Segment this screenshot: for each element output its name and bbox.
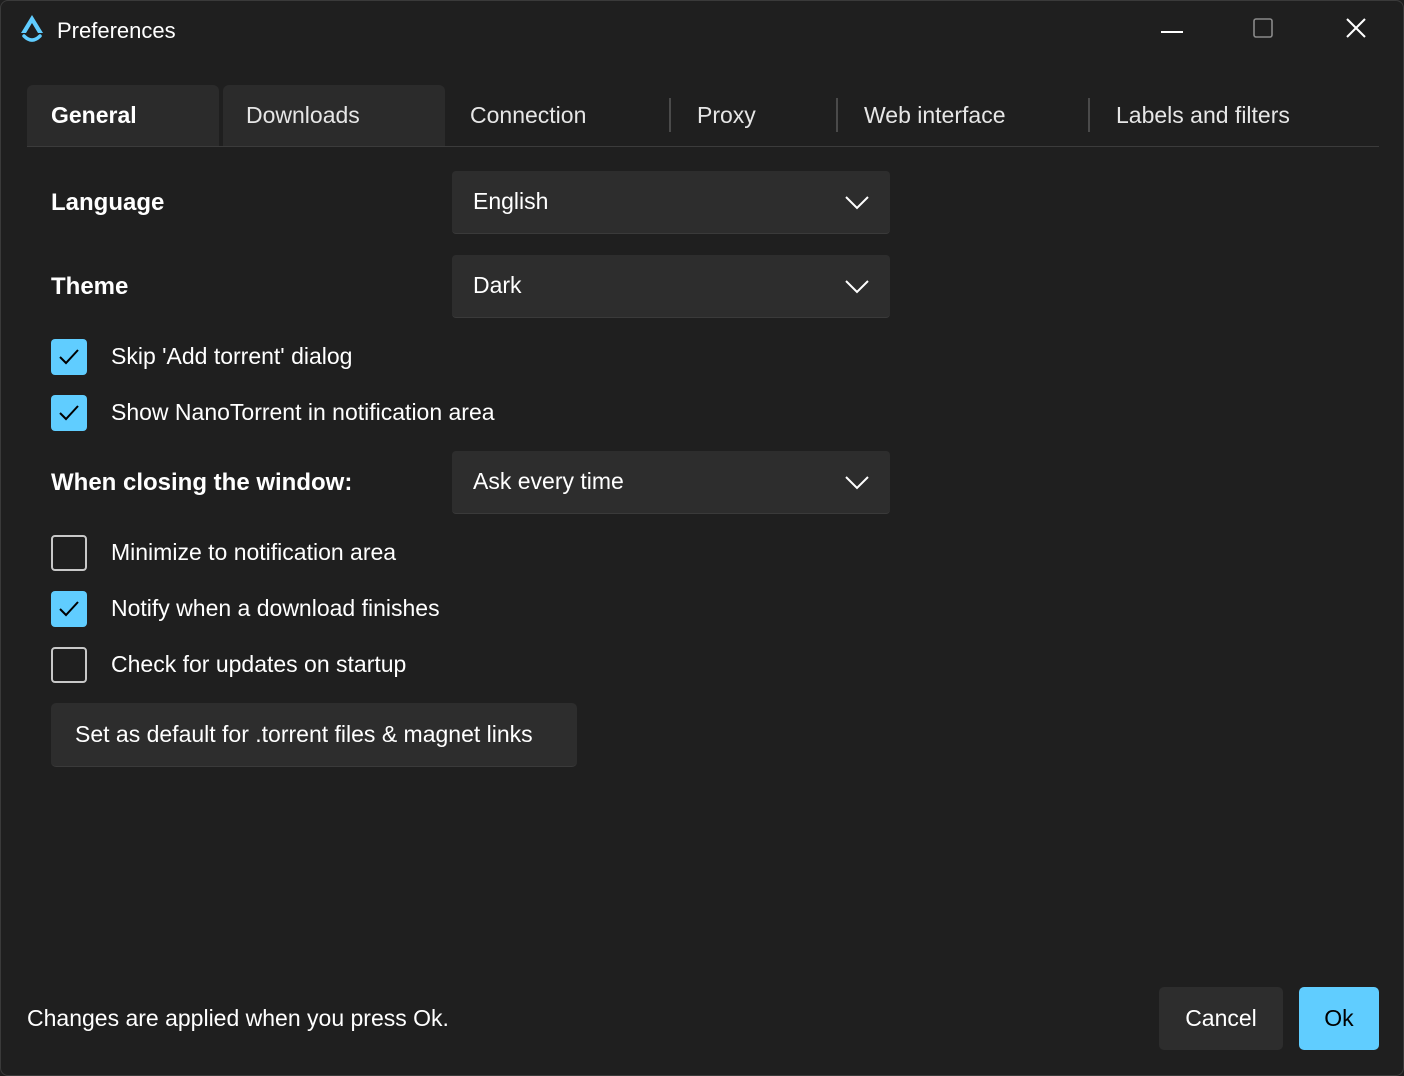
close-icon [1345, 17, 1367, 44]
tab-proxy[interactable]: Proxy [697, 85, 756, 146]
checkmark-icon [59, 349, 79, 365]
tab-bar: General Downloads Connection Proxy Web i… [27, 85, 1379, 147]
minimize-to-tray-checkbox[interactable] [51, 535, 87, 571]
tab-separator [669, 98, 671, 132]
minimize-icon [1161, 21, 1183, 39]
tab-labels-and-filters[interactable]: Labels and filters [1116, 85, 1290, 146]
minimize-button[interactable] [1149, 9, 1195, 51]
skip-add-torrent-label: Skip 'Add torrent' dialog [111, 343, 353, 369]
show-in-tray-checkbox[interactable] [51, 395, 87, 431]
preferences-window: Preferences General Downloads Connection [0, 0, 1404, 1076]
language-label: Language [51, 189, 165, 216]
closing-window-value: Ask every time [473, 468, 624, 494]
checkmark-icon [59, 405, 79, 421]
changes-note: Changes are applied when you press Ok. [27, 1005, 449, 1031]
notify-download-checkbox[interactable] [51, 591, 87, 627]
language-dropdown[interactable]: English [452, 171, 890, 234]
close-button[interactable] [1333, 9, 1379, 51]
chevron-down-icon [844, 277, 870, 295]
checkmark-icon [59, 601, 79, 617]
check-updates-label: Check for updates on startup [111, 651, 407, 677]
window-title: Preferences [57, 18, 176, 43]
set-default-handler-label: Set as default for .torrent files & magn… [75, 721, 533, 747]
tab-connection[interactable]: Connection [470, 85, 586, 146]
maximize-icon [1253, 17, 1273, 43]
closing-window-dropdown[interactable]: Ask every time [452, 451, 890, 514]
skip-add-torrent-checkbox[interactable] [51, 339, 87, 375]
language-value: English [473, 188, 549, 214]
title-bar[interactable]: Preferences [1, 1, 1403, 61]
theme-value: Dark [473, 272, 522, 298]
tab-web-interface[interactable]: Web interface [864, 85, 1005, 146]
show-in-tray-label: Show NanoTorrent in notification area [111, 399, 495, 425]
tab-separator [1088, 98, 1090, 132]
theme-dropdown[interactable]: Dark [452, 255, 890, 318]
tab-downloads[interactable]: Downloads [223, 85, 445, 146]
theme-label: Theme [51, 273, 129, 300]
notify-download-label: Notify when a download finishes [111, 595, 440, 621]
tab-separator [836, 98, 838, 132]
nanotorrent-logo-icon [19, 13, 45, 45]
check-updates-checkbox[interactable] [51, 647, 87, 683]
cancel-button[interactable]: Cancel [1159, 987, 1283, 1050]
chevron-down-icon [844, 193, 870, 211]
minimize-to-tray-label: Minimize to notification area [111, 539, 397, 565]
set-default-handler-button[interactable]: Set as default for .torrent files & magn… [51, 703, 577, 767]
chevron-down-icon [844, 473, 870, 491]
tab-general[interactable]: General [27, 85, 219, 146]
closing-window-label: When closing the window: [51, 469, 353, 496]
maximize-button[interactable] [1240, 9, 1286, 51]
ok-button[interactable]: Ok [1299, 987, 1379, 1050]
